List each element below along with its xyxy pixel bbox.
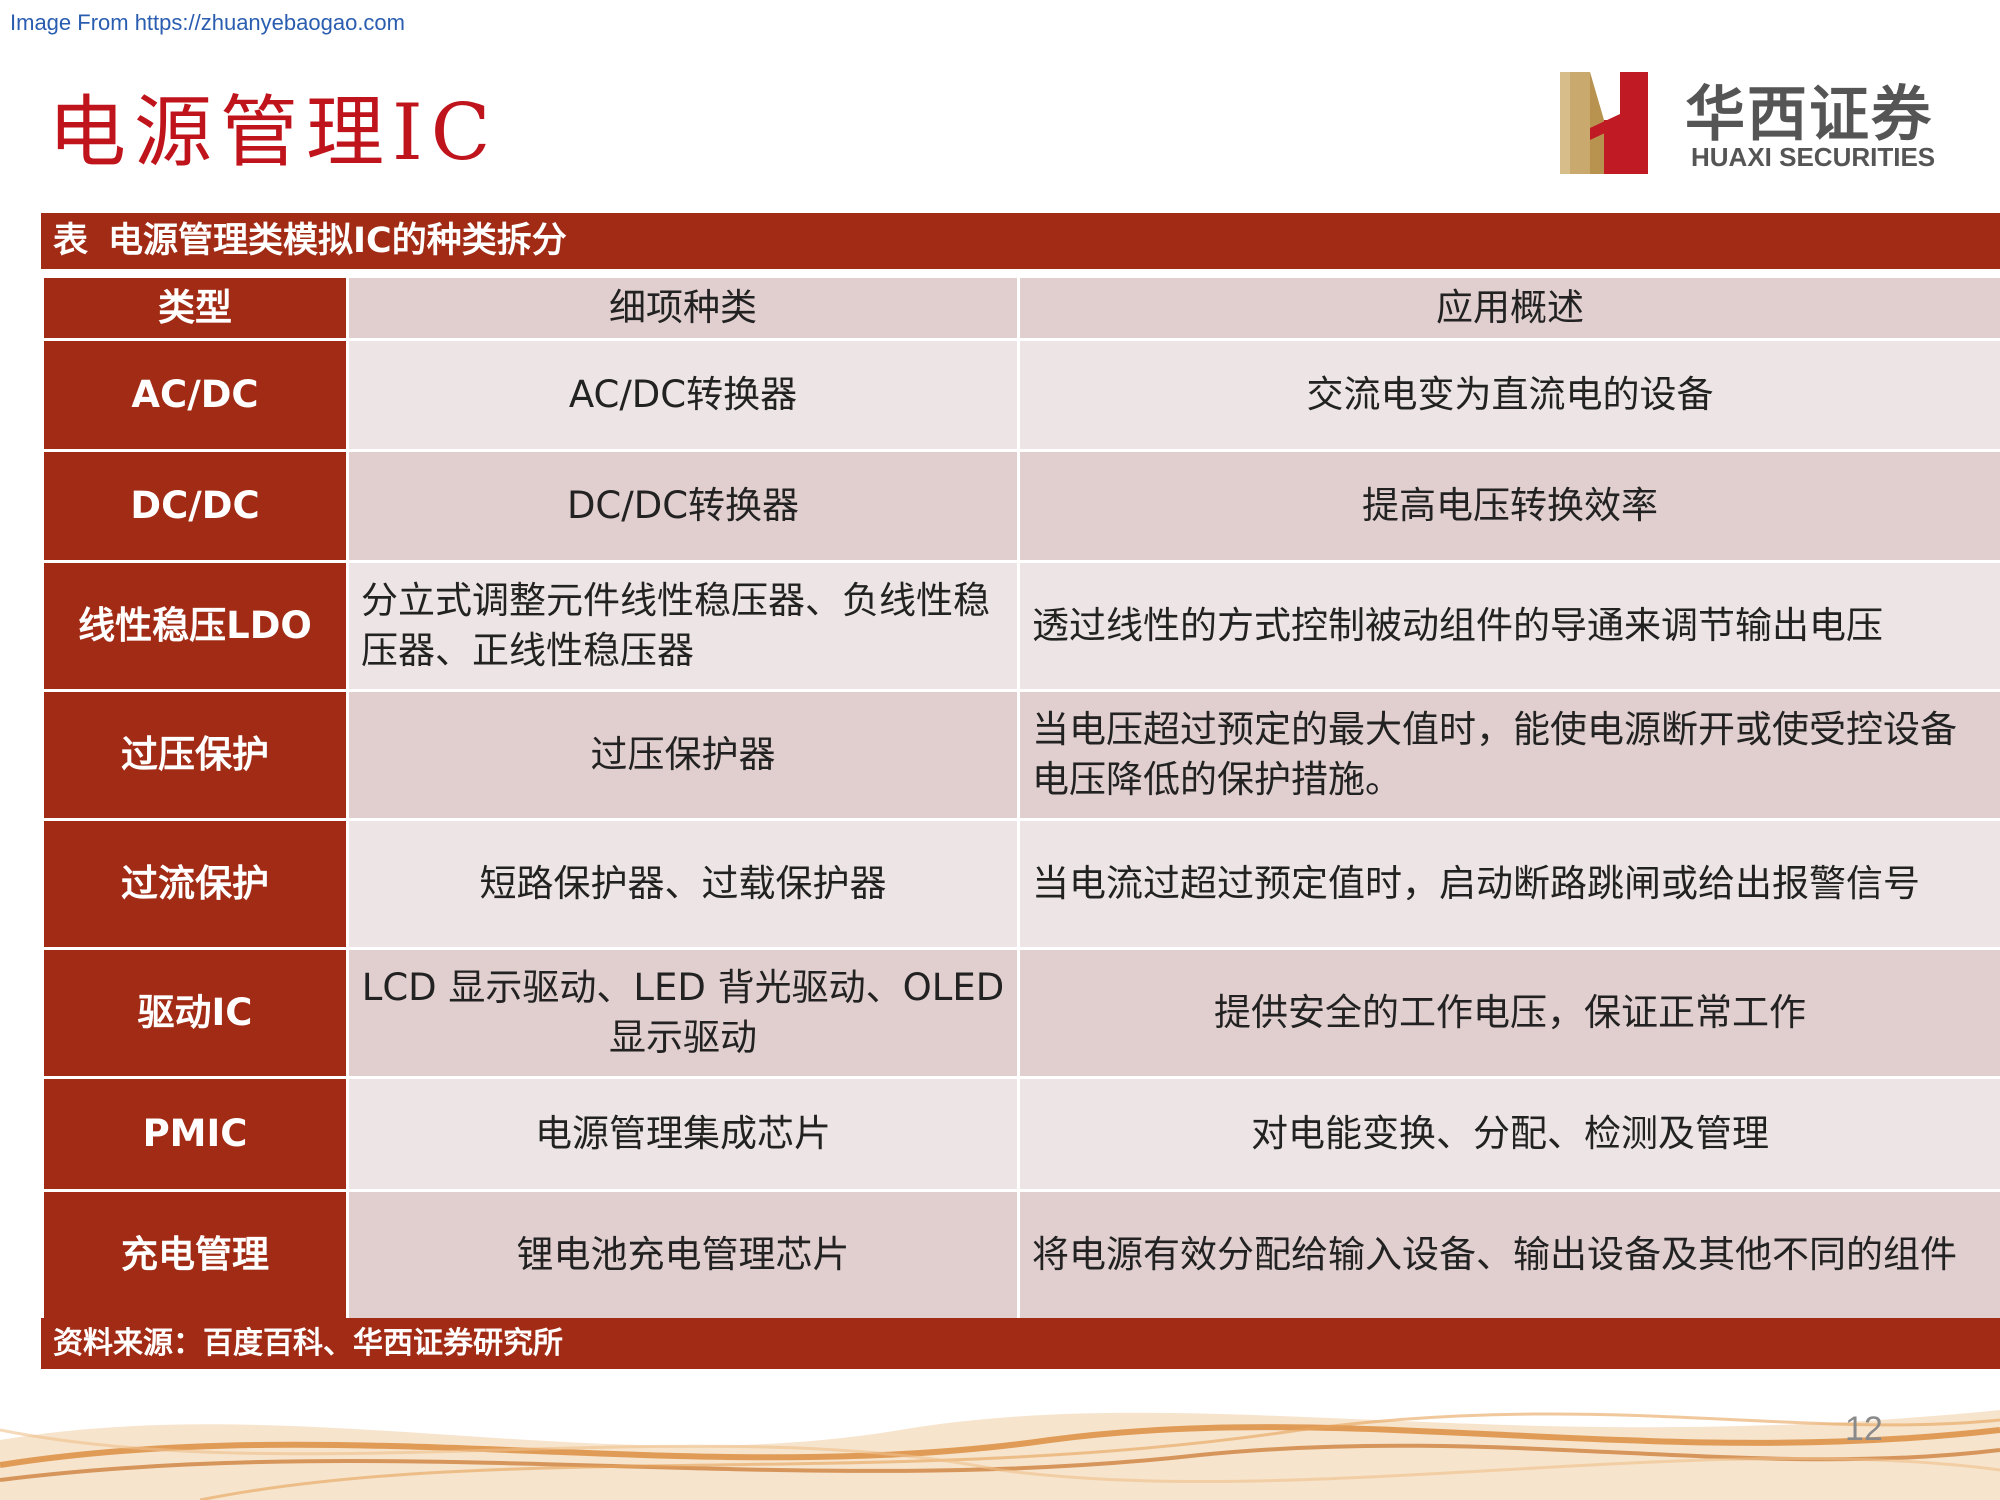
table-row: 充电管理 锂电池充电管理芯片 将电源有效分配给输入设备、输出设备及其他不同的组件 [41, 1189, 2000, 1321]
row-description: 将电源有效分配给输入设备、输出设备及其他不同的组件 [1017, 1189, 2000, 1321]
row-type: 驱动IC [41, 947, 349, 1079]
row-detail: 分立式调整元件线性稳压器、负线性稳压器、正线性稳压器 [346, 560, 1020, 692]
decorative-wave [0, 1410, 2000, 1500]
table-caption-title: 电源管理类模拟IC的种类拆分 [108, 221, 567, 261]
table-caption: 表电源管理类模拟IC的种类拆分 [41, 213, 2000, 269]
table-row: AC/DC AC/DC转换器 交流电变为直流电的设备 [41, 338, 2000, 452]
row-type: 线性稳压LDO [41, 560, 349, 692]
row-type: 过流保护 [41, 818, 349, 950]
row-detail: DC/DC转换器 [346, 449, 1020, 563]
row-type: DC/DC [41, 449, 349, 563]
row-description: 提高电压转换效率 [1017, 449, 2000, 563]
table-row: PMIC 电源管理集成芯片 对电能变换、分配、检测及管理 [41, 1076, 2000, 1192]
header-description: 应用概述 [1017, 275, 2000, 341]
source-note: 资料来源：百度百科、华西证券研究所 [41, 1318, 2000, 1369]
huaxi-logo-icon [1560, 72, 1648, 174]
row-detail: AC/DC转换器 [346, 338, 1020, 452]
row-description: 当电压超过预定的最大值时，能使电源断开或使受控设备电压降低的保护措施。 [1017, 689, 2000, 821]
table-row: 线性稳压LDO 分立式调整元件线性稳压器、负线性稳压器、正线性稳压器 透过线性的… [41, 560, 2000, 692]
table-row: 过压保护 过压保护器 当电压超过预定的最大值时，能使电源断开或使受控设备电压降低… [41, 689, 2000, 821]
row-detail: 电源管理集成芯片 [346, 1076, 1020, 1192]
ic-category-table: 类型 细项种类 应用概述 AC/DC AC/DC转换器 交流电变为直流电的设备 … [41, 275, 2000, 1321]
row-description: 提供安全的工作电压，保证正常工作 [1017, 947, 2000, 1079]
row-description: 交流电变为直流电的设备 [1017, 338, 2000, 452]
row-type: 过压保护 [41, 689, 349, 821]
table-row: 过流保护 短路保护器、过载保护器 当电流过超过预定值时，启动断路跳闸或给出报警信… [41, 818, 2000, 950]
row-type: 充电管理 [41, 1189, 349, 1321]
logo-name-cn: 华西证券 [1685, 80, 1933, 150]
source-watermark[interactable]: Image From https://zhuanyebaogao.com [10, 10, 405, 36]
table-row: 驱动IC LCD 显示驱动、LED 背光驱动、OLED 显示驱动 提供安全的工作… [41, 947, 2000, 1079]
page-number: 12 [1845, 1410, 1883, 1448]
row-description: 当电流过超过预定值时，启动断路跳闸或给出报警信号 [1017, 818, 2000, 950]
logo-name-en: HUAXI SECURITIES [1691, 142, 1936, 172]
table-caption-prefix: 表 [53, 221, 89, 261]
row-detail: LCD 显示驱动、LED 背光驱动、OLED 显示驱动 [346, 947, 1020, 1079]
row-detail: 过压保护器 [346, 689, 1020, 821]
company-logo: 华西证券 HUAXI SECURITIES [1560, 70, 1960, 180]
row-type: AC/DC [41, 338, 349, 452]
row-detail: 短路保护器、过载保护器 [346, 818, 1020, 950]
row-description: 透过线性的方式控制被动组件的导通来调节输出电压 [1017, 560, 2000, 692]
page-title: 电源管理IC [48, 88, 499, 178]
row-description: 对电能变换、分配、检测及管理 [1017, 1076, 2000, 1192]
header-type: 类型 [41, 275, 349, 341]
row-type: PMIC [41, 1076, 349, 1192]
table-header-row: 类型 细项种类 应用概述 [41, 275, 2000, 341]
table-row: DC/DC DC/DC转换器 提高电压转换效率 [41, 449, 2000, 563]
header-detail: 细项种类 [346, 275, 1020, 341]
row-detail: 锂电池充电管理芯片 [346, 1189, 1020, 1321]
